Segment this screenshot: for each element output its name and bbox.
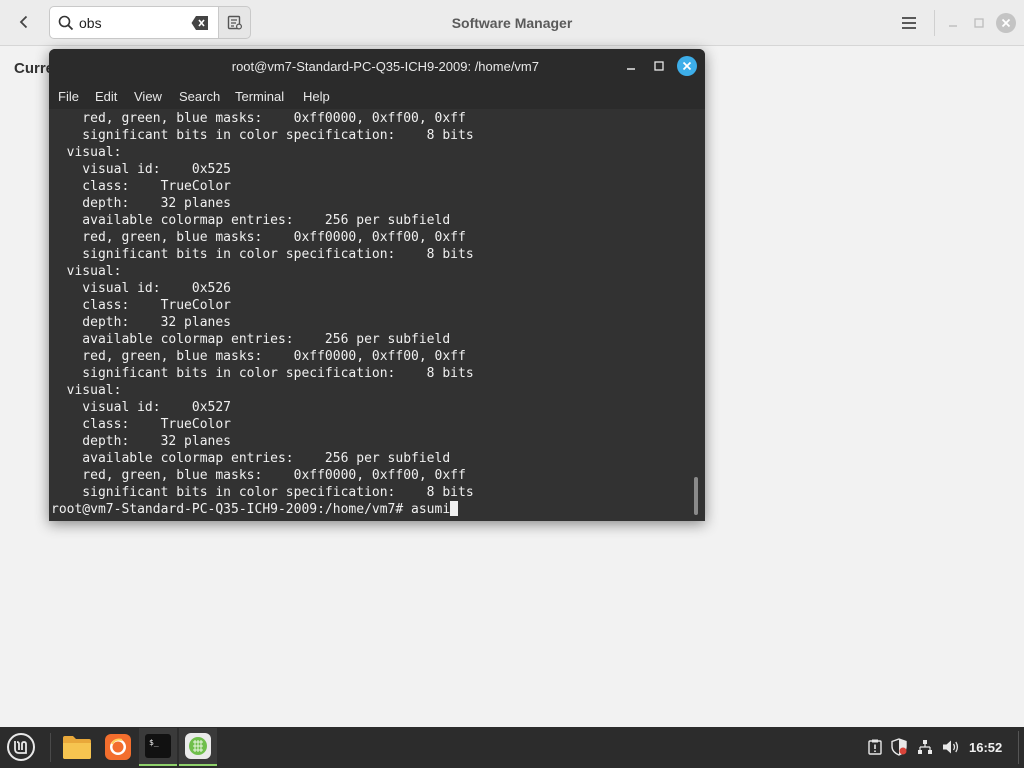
terminal-icon: $_: [145, 734, 171, 758]
terminal-output-line: available colormap entries: 256 per subf…: [51, 451, 451, 466]
terminal-output-line: visual id: 0x526: [51, 281, 232, 296]
terminal-output-line: visual id: 0x527: [51, 400, 232, 415]
header-divider: [934, 10, 935, 36]
terminal-output-line: visual:: [51, 145, 122, 160]
maximize-button[interactable]: [967, 11, 991, 35]
hamburger-icon: [902, 17, 916, 29]
text-cursor: [450, 501, 459, 516]
software-manager-icon: [185, 733, 211, 759]
show-desktop-edge[interactable]: [1018, 731, 1019, 764]
terminal-output-line: red, green, blue masks: 0xff0000, 0xff00…: [51, 468, 466, 483]
terminal-output-line: depth: 32 planes: [51, 315, 232, 330]
terminal-minimize-button[interactable]: [621, 56, 641, 76]
terminal-menubar: File Edit View Search Terminal Help: [49, 83, 705, 109]
taskbar-separator: [50, 733, 51, 762]
minimize-button[interactable]: [941, 11, 965, 35]
minimize-icon: [627, 68, 635, 70]
clipboard-alert-icon: [868, 739, 882, 755]
svg-text:$_: $_: [149, 738, 159, 747]
terminal-output-line: red, green, blue masks: 0xff0000, 0xff00…: [51, 349, 466, 364]
menu-file[interactable]: File: [58, 89, 79, 104]
hamburger-menu-button[interactable]: [897, 11, 921, 35]
typed-command: asumi: [411, 502, 451, 517]
terminal-output-line: class: TrueColor: [51, 179, 232, 194]
terminal-titlebar[interactable]: root@vm7-Standard-PC-Q35-ICH9-2009: /hom…: [49, 49, 705, 83]
terminal-output-line: depth: 32 planes: [51, 434, 232, 449]
security-tray[interactable]: [890, 738, 908, 756]
terminal-output-line: significant bits in color specification:…: [51, 366, 474, 381]
terminal-output-line: red, green, blue masks: 0xff0000, 0xff00…: [51, 111, 466, 126]
terminal-scrollbar[interactable]: [694, 477, 698, 515]
maximize-icon: [654, 61, 664, 71]
folder-icon: [63, 736, 91, 759]
close-icon: [682, 61, 692, 71]
software-manager-launcher[interactable]: [179, 728, 217, 766]
mint-logo-icon: [7, 733, 35, 761]
menu-search[interactable]: Search: [179, 89, 220, 104]
network-icon: [918, 740, 932, 754]
shield-icon: [891, 738, 907, 756]
firefox-icon: [105, 734, 131, 760]
minimize-icon: [949, 25, 957, 27]
firefox-launcher[interactable]: [99, 728, 137, 766]
terminal-output-line: visual:: [51, 383, 122, 398]
clock[interactable]: 16:52: [969, 740, 1002, 755]
terminal-launcher[interactable]: $_: [139, 728, 177, 766]
terminal-output-line: available colormap entries: 256 per subf…: [51, 213, 451, 228]
menu-terminal[interactable]: Terminal: [235, 89, 284, 104]
terminal-output-line: significant bits in color specification:…: [51, 128, 474, 143]
close-button[interactable]: [994, 11, 1018, 35]
window-title: Software Manager: [451, 15, 573, 31]
menu-edit[interactable]: Edit: [95, 89, 117, 104]
terminal-title: root@vm7-Standard-PC-Q35-ICH9-2009: /hom…: [231, 59, 539, 74]
terminal-output-line: class: TrueColor: [51, 417, 232, 432]
terminal-output-line: available colormap entries: 256 per subf…: [51, 332, 451, 347]
close-icon: [996, 13, 1016, 33]
taskbar: $_ 16:52: [0, 727, 1024, 768]
terminal-output: red, green, blue masks: 0xff0000, 0xff00…: [51, 110, 474, 501]
prompt-line[interactable]: root@vm7-Standard-PC-Q35-ICH9-2009:/home…: [51, 501, 459, 518]
files-launcher[interactable]: [58, 728, 96, 766]
software-manager-header: obs Software Manager: [0, 0, 1024, 46]
volume-icon: [943, 740, 959, 754]
update-manager-tray[interactable]: [866, 738, 884, 756]
terminal-close-button[interactable]: [677, 56, 697, 76]
maximize-icon: [974, 18, 984, 28]
terminal-maximize-button[interactable]: [649, 56, 669, 76]
terminal-output-line: significant bits in color specification:…: [51, 485, 474, 500]
terminal-output-area[interactable]: red, green, blue masks: 0xff0000, 0xff00…: [49, 109, 705, 521]
volume-tray[interactable]: [942, 738, 960, 756]
menu-help[interactable]: Help: [303, 89, 330, 104]
terminal-output-line: depth: 32 planes: [51, 196, 232, 211]
shell-prompt: root@vm7-Standard-PC-Q35-ICH9-2009:/home…: [51, 502, 412, 517]
section-heading: Curre: [14, 60, 55, 77]
terminal-output-line: red, green, blue masks: 0xff0000, 0xff00…: [51, 230, 466, 245]
network-tray[interactable]: [916, 738, 934, 756]
menu-view[interactable]: View: [134, 89, 162, 104]
start-menu-button[interactable]: [2, 728, 40, 766]
terminal-output-line: visual:: [51, 264, 122, 279]
terminal-output-line: class: TrueColor: [51, 298, 232, 313]
terminal-output-line: significant bits in color specification:…: [51, 247, 474, 262]
terminal-output-line: visual id: 0x525: [51, 162, 232, 177]
terminal-window[interactable]: root@vm7-Standard-PC-Q35-ICH9-2009: /hom…: [49, 49, 705, 521]
